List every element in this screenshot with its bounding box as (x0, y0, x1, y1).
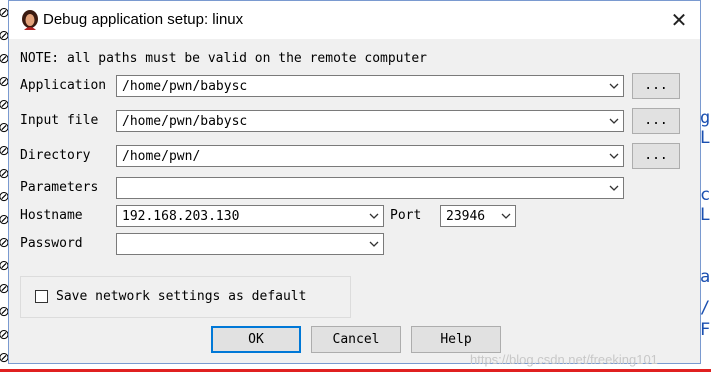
port-value: 23946 (446, 209, 486, 224)
save-settings-checkbox[interactable] (35, 290, 48, 303)
application-label: Application (20, 78, 107, 93)
background-code-char: a (700, 267, 711, 287)
background-code-char: / (700, 298, 711, 318)
application-value: /home/pwn/babysc (122, 79, 248, 94)
directory-combo[interactable]: /home/pwn/ (116, 145, 624, 167)
dialog-title: Debug application setup: linux (43, 11, 244, 28)
background-code-char: F (700, 320, 711, 340)
background-code-char: g (700, 108, 711, 128)
hostname-label: Hostname (20, 208, 83, 223)
input-file-browse-button[interactable]: ... (632, 108, 680, 134)
background-code-char: c (700, 185, 711, 205)
dialog-titlebar[interactable]: Debug application setup: linux ✕ (9, 1, 700, 39)
port-label: Port (390, 208, 422, 223)
port-combo[interactable]: 23946 (440, 205, 516, 227)
directory-label: Directory (20, 148, 91, 163)
hostname-value: 192.168.203.130 (122, 209, 240, 224)
parameters-label: Parameters (20, 180, 99, 195)
input-file-combo[interactable]: /home/pwn/babysc (116, 110, 624, 132)
application-browse-button[interactable]: ... (632, 73, 680, 99)
hostname-combo[interactable]: 192.168.203.130 (116, 205, 384, 227)
chevron-down-icon (609, 185, 619, 191)
remote-path-note: NOTE: all paths must be valid on the rem… (20, 51, 427, 66)
watermark-text: https://blog.csdn.net/freeking101 (470, 352, 658, 367)
input-file-value: /home/pwn/babysc (122, 114, 248, 129)
password-label: Password (20, 236, 83, 251)
save-settings-label[interactable]: Save network settings as default (56, 289, 306, 304)
save-settings-group: Save network settings as default (20, 276, 351, 318)
input-file-label: Input file (20, 113, 99, 128)
directory-browse-button[interactable]: ... (632, 143, 680, 169)
chevron-down-icon (501, 213, 511, 219)
debug-setup-dialog: Debug application setup: linux ✕ NOTE: a… (8, 0, 701, 364)
close-icon: ✕ (670, 8, 688, 32)
password-combo[interactable] (116, 233, 384, 255)
chevron-down-icon (609, 118, 619, 124)
background-accent-line (0, 369, 711, 372)
parameters-combo[interactable] (116, 177, 624, 199)
help-button[interactable]: Help (411, 326, 501, 353)
ok-button[interactable]: OK (211, 326, 301, 353)
chevron-down-icon (609, 83, 619, 89)
chevron-down-icon (369, 213, 379, 219)
cancel-button[interactable]: Cancel (311, 326, 401, 353)
chevron-down-icon (369, 241, 379, 247)
ida-app-icon (22, 10, 38, 30)
chevron-down-icon (609, 153, 619, 159)
directory-value: /home/pwn/ (122, 149, 201, 164)
background-code-char: L (700, 205, 711, 225)
background-editor-text: g L c L a / F (700, 0, 711, 373)
application-combo[interactable]: /home/pwn/babysc (116, 75, 624, 97)
close-button[interactable]: ✕ (666, 8, 692, 32)
background-code-char: L (700, 128, 711, 148)
